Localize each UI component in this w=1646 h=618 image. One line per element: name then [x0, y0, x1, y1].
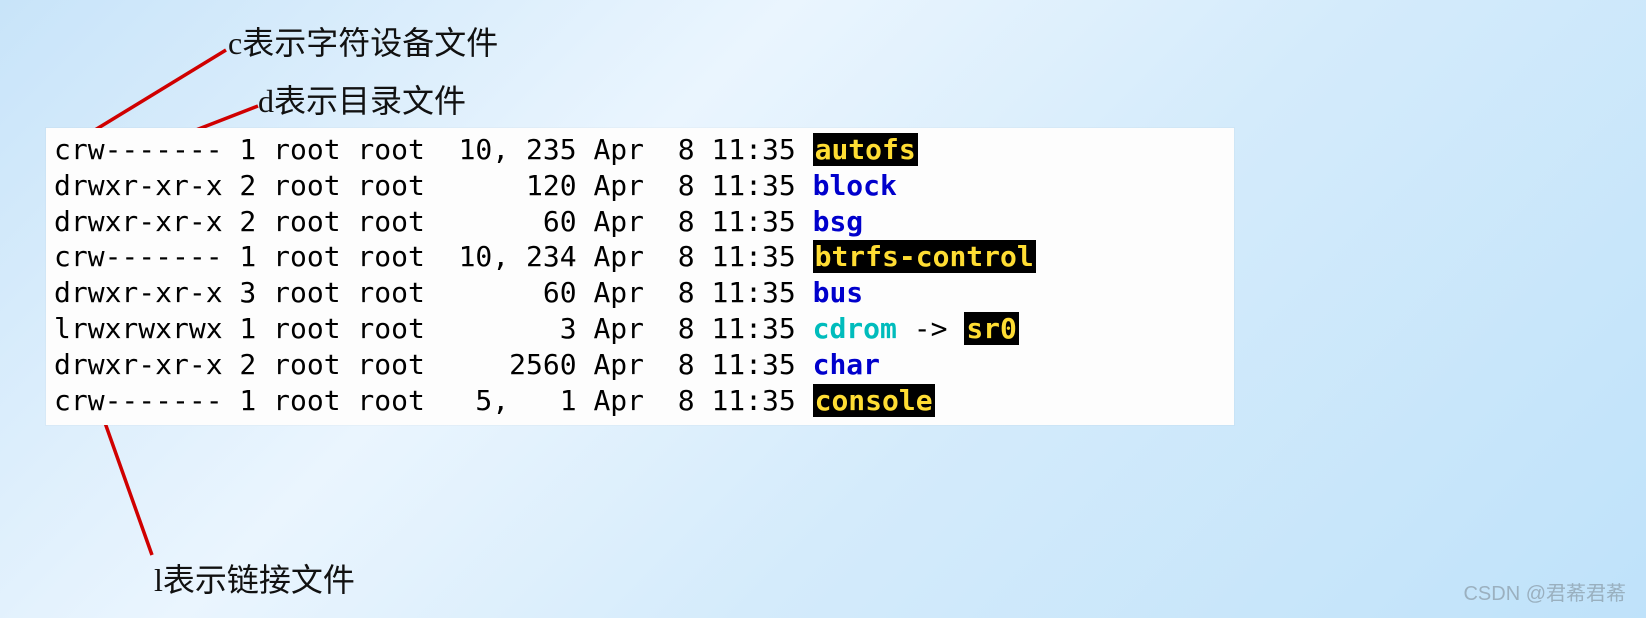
annotation-c-char-device: c表示字符设备文件 — [228, 18, 498, 64]
ls-listing: crw------- 1 root root 10, 235 Apr 8 11:… — [46, 128, 1234, 425]
ls-listing-text: crw------- 1 root root 10, 235 Apr 8 11:… — [54, 132, 1226, 419]
annotation-d-directory: d表示目录文件 — [258, 76, 466, 122]
watermark: CSDN @君莃君莃 — [1463, 577, 1626, 606]
annotation-l-link: l表示链接文件 — [154, 555, 355, 601]
